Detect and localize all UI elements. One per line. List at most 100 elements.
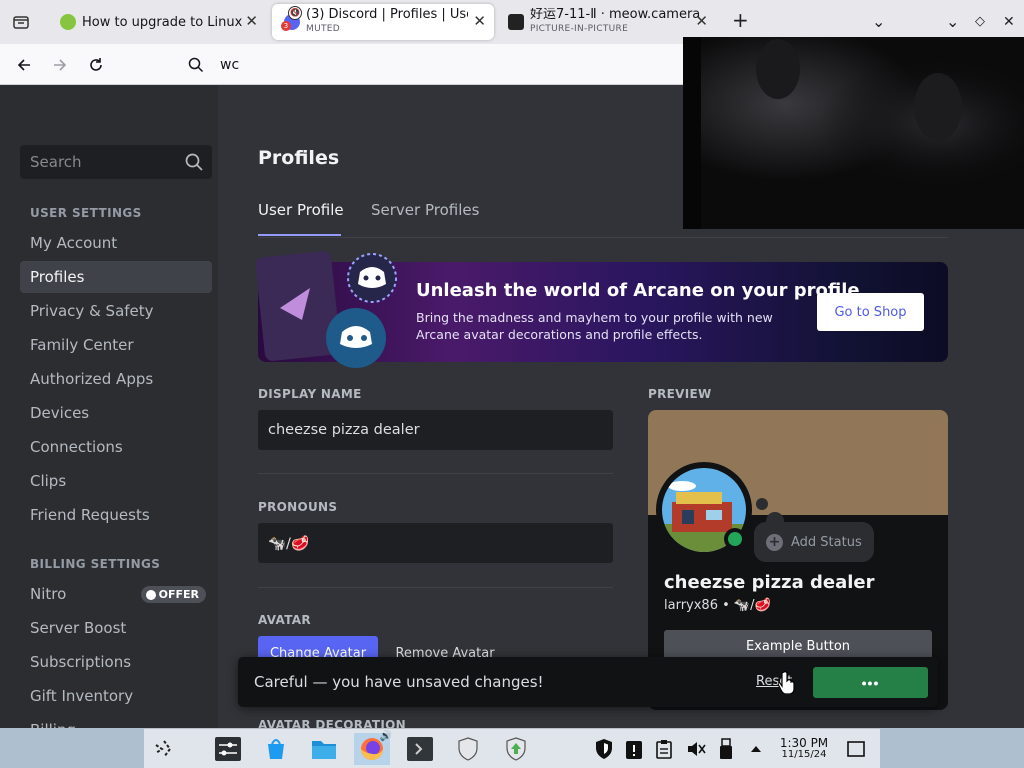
user-settings-header: USER SETTINGS	[30, 206, 142, 220]
sidebar-item-clips[interactable]: Clips	[20, 465, 212, 497]
banner-title: Unleash the world of Arcane on your prof…	[416, 280, 860, 301]
preview-display-name: cheezse pizza dealer	[664, 572, 875, 593]
close-window-icon[interactable]: ✕	[1003, 12, 1015, 32]
maximize-window-icon[interactable]: ◇	[975, 12, 985, 32]
firefox-taskbar-icon[interactable]: 🔊	[354, 731, 392, 765]
tab-title: 好运7-11-Ⅱ · meow.camera	[530, 8, 700, 22]
sidebar-item-connections[interactable]: Connections	[20, 431, 212, 463]
tab-title: How to upgrade to Linux M	[82, 14, 246, 30]
browser-tab-linux-mint[interactable]: How to upgrade to Linux M ✕	[50, 4, 266, 40]
close-tab-icon[interactable]: ✕	[695, 13, 708, 29]
clock-date: 11/15/24	[781, 749, 827, 760]
back-arrow-icon	[17, 59, 30, 71]
clipboard-icon	[656, 740, 672, 759]
sidebar-item-subscriptions[interactable]: Subscriptions	[20, 646, 212, 678]
clock-time: 1:30 PM	[779, 736, 829, 750]
close-tab-icon[interactable]: ✕	[245, 13, 258, 29]
volume-muted-tray-icon[interactable]	[684, 733, 708, 765]
sidebar-item-devices[interactable]: Devices	[20, 397, 212, 429]
clock-icon	[145, 589, 156, 600]
tab-muted-label: MUTED	[306, 24, 340, 34]
discord-favicon: 🔇 3	[281, 6, 302, 31]
section-divider	[258, 587, 613, 588]
tab-list-button[interactable]	[0, 0, 42, 44]
display-name-label: DISPLAY NAME	[258, 387, 362, 401]
folder-icon	[312, 741, 336, 759]
offer-badge-label: OFFER	[158, 588, 199, 601]
picture-in-picture-video[interactable]	[683, 37, 1024, 229]
linux-mint-favicon	[60, 14, 76, 30]
hand-pointer-cursor-icon	[778, 671, 795, 694]
list-all-tabs-chevron-icon[interactable]: ⌄	[872, 12, 885, 32]
sidebar-item-family-center[interactable]: Family Center	[20, 329, 212, 361]
clipboard-tray-icon[interactable]	[652, 733, 676, 765]
back-button[interactable]	[12, 53, 36, 77]
update-arrow-icon	[506, 737, 526, 761]
shield-icon	[596, 739, 612, 759]
tray-expand-button[interactable]	[744, 733, 768, 765]
system-settings-taskbar-icon[interactable]	[212, 733, 244, 765]
sidebar-item-server-boost[interactable]: Server Boost	[20, 612, 212, 644]
chevron-up-icon	[751, 746, 761, 752]
usb-drive-icon	[720, 738, 732, 759]
pronouns-input[interactable]	[258, 523, 613, 563]
display-name-input[interactable]	[258, 410, 613, 450]
tab-title: (3) Discord | Profiles | User	[306, 8, 468, 22]
reload-button[interactable]	[84, 53, 108, 77]
search-icon	[188, 57, 204, 72]
settings-search-input[interactable]	[20, 153, 170, 171]
reload-icon	[90, 58, 102, 71]
close-tab-icon[interactable]: ✕	[473, 13, 486, 29]
tab-user-profile[interactable]: User Profile	[258, 201, 344, 219]
online-status-icon	[724, 528, 746, 550]
tab-muted-icon[interactable]: 🔇	[288, 6, 302, 20]
go-to-shop-button[interactable]: Go to Shop	[817, 293, 924, 331]
sidebar-item-nitro[interactable]: Nitro OFFER	[20, 578, 212, 610]
forward-button[interactable]	[48, 53, 72, 77]
browser-tab-meow-camera[interactable]: 好运7-11-Ⅱ · meow.camera PICTURE-IN-PICTUR…	[500, 4, 710, 40]
notifications-tray-icon[interactable]	[622, 733, 646, 765]
arcane-promo-banner: Unleash the world of Arcane on your prof…	[255, 251, 948, 368]
shield-icon	[458, 737, 478, 761]
tab-server-profiles[interactable]: Server Profiles	[371, 201, 479, 219]
store-bag-icon	[268, 739, 284, 759]
tab-list-icon	[13, 16, 29, 29]
update-manager-taskbar-icon[interactable]	[500, 733, 532, 765]
taskbar-clock[interactable]: 1:30 PM 11/15/24	[774, 736, 834, 760]
settings-search[interactable]	[20, 145, 212, 179]
security-shield-taskbar-icon[interactable]	[452, 733, 484, 765]
terminal-taskbar-icon[interactable]	[404, 733, 436, 765]
add-status-label: Add Status	[791, 534, 862, 550]
url-bar[interactable]	[178, 49, 688, 80]
terminal-icon	[407, 737, 433, 761]
browser-tab-discord[interactable]: 🔇 3 (3) Discord | Profiles | User MUTED …	[272, 4, 494, 40]
url-input[interactable]	[220, 56, 620, 73]
file-manager-taskbar-icon[interactable]	[308, 733, 340, 765]
new-tab-button[interactable]: +	[732, 10, 749, 30]
save-changes-button[interactable]: •••	[813, 667, 928, 698]
audio-playing-icon: 🔊	[379, 731, 392, 742]
show-desktop-icon	[847, 741, 865, 757]
sidebar-item-authorized-apps[interactable]: Authorized Apps	[20, 363, 212, 395]
sidebar-item-profiles[interactable]: Profiles	[20, 261, 212, 293]
sidebar-item-friend-requests[interactable]: Friend Requests	[20, 499, 212, 531]
launcher-icon	[155, 740, 172, 758]
software-store-taskbar-icon[interactable]	[260, 733, 292, 765]
active-tab-indicator	[258, 234, 341, 236]
app-launcher-button[interactable]	[148, 733, 180, 765]
banner-description: Bring the madness and mayhem to your pro…	[416, 310, 773, 342]
add-status-button[interactable]: + Add Status	[754, 522, 874, 562]
vpn-shield-tray-icon[interactable]	[592, 733, 616, 765]
avatar-frame	[656, 462, 752, 558]
avatar-decoration-label: AVATAR DECORATION	[258, 718, 407, 728]
tab-pip-label: PICTURE-IN-PICTURE	[530, 24, 629, 34]
usb-device-tray-icon[interactable]	[714, 733, 738, 765]
tabs-divider	[258, 237, 948, 238]
sidebar-item-privacy-safety[interactable]: Privacy & Safety	[20, 295, 212, 327]
pip-video-frame	[683, 37, 1024, 229]
arcane-promo-art	[255, 251, 397, 368]
sidebar-item-gift-inventory[interactable]: Gift Inventory	[20, 680, 212, 712]
show-desktop-button[interactable]	[840, 733, 872, 765]
minimize-window-icon[interactable]: ⌄	[946, 12, 959, 32]
sidebar-item-my-account[interactable]: My Account	[20, 227, 212, 259]
